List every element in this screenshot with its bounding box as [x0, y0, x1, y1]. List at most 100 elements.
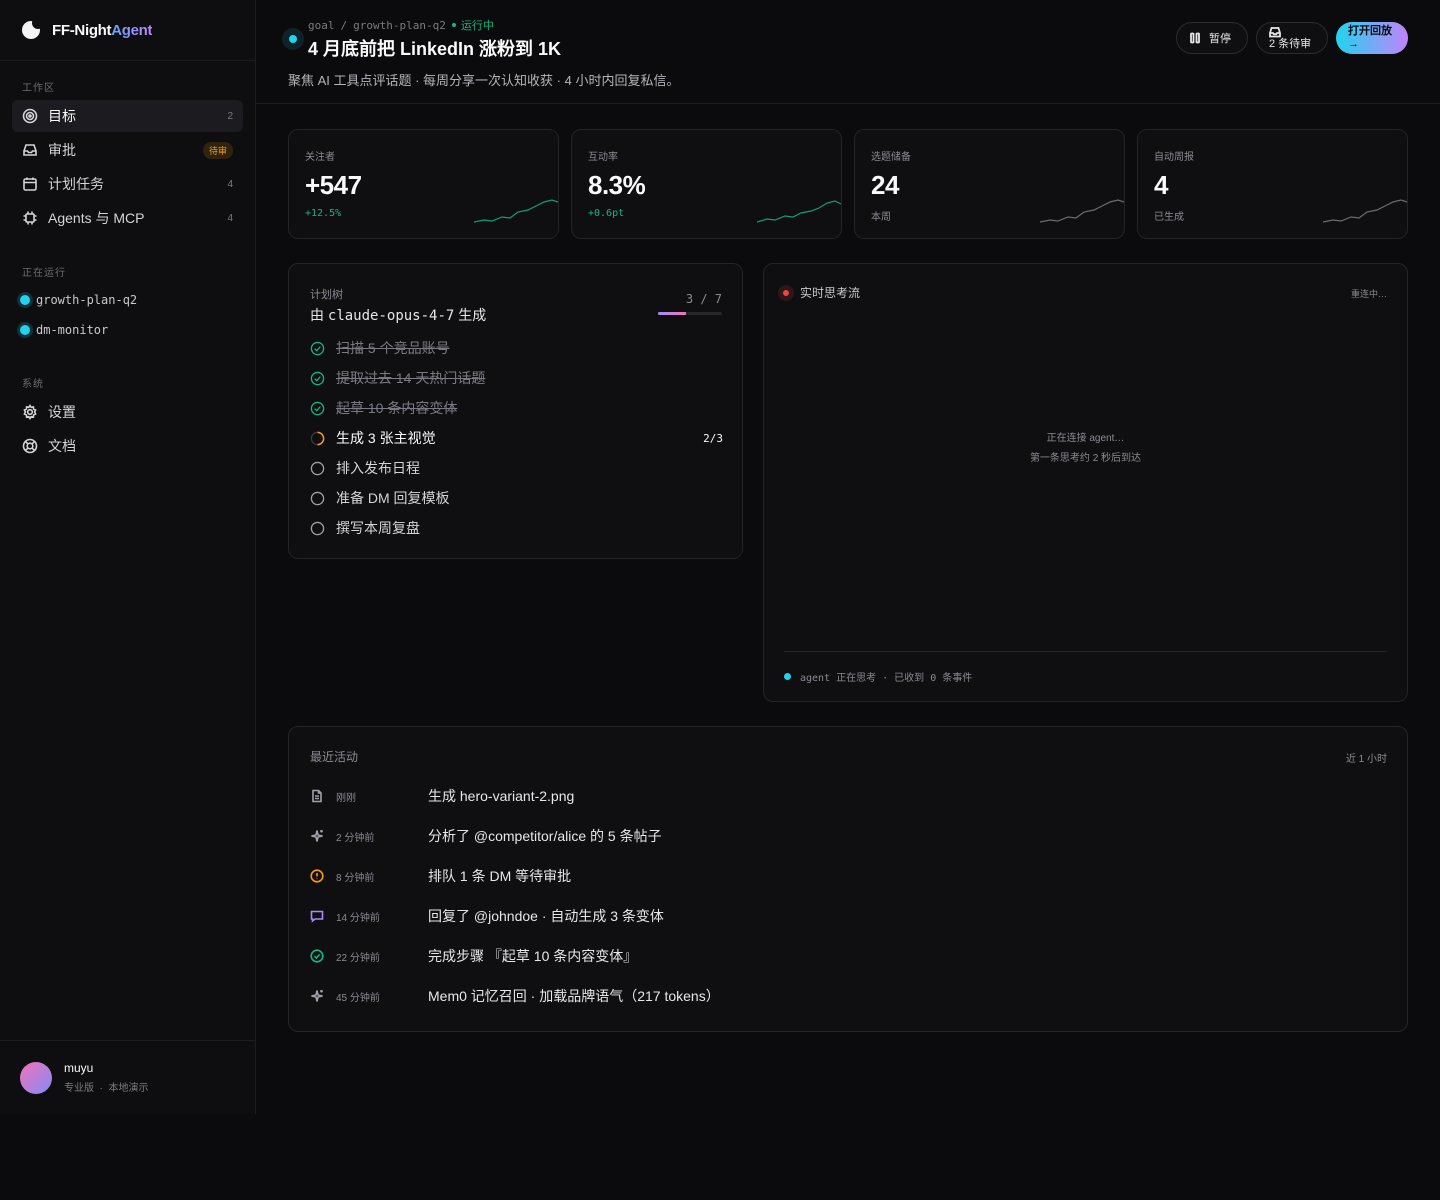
panel-label: 计划树 [310, 289, 343, 301]
page-description: 聚焦 AI 工具点评话题 · 每周分享一次认知收获 · 4 小时内回复私信。 [288, 73, 680, 88]
sparkline [757, 200, 841, 223]
sidebar-item-label: 计划任务 [48, 176, 104, 192]
file-icon [312, 789, 322, 803]
nav-count: 4 [227, 178, 233, 190]
plan-step-label: 扫描 5 个竞品账号 [336, 340, 450, 356]
sidebar-item-goals[interactable]: 目标 2 [12, 100, 243, 132]
breadcrumb: goal / growth-plan-q2 运行中 [308, 17, 494, 33]
status-badge: 运行中 [452, 17, 494, 33]
activity-row[interactable]: 22 分钟前 完成步骤 『起草 10 条内容变体』 [310, 946, 637, 966]
agent-status-dot [784, 673, 791, 680]
pause-label: 暂停 [1209, 33, 1231, 45]
stat-card-topic-reserve[interactable]: 选题储备 24 本周 [854, 129, 1125, 239]
target-icon [22, 108, 38, 124]
activity-row[interactable]: 45 分钟前 Mem0 记忆召回 · 加载品牌语气（217 tokens） [310, 986, 720, 1006]
breadcrumb-plan[interactable]: growth-plan-q2 [353, 19, 446, 32]
stat-card-weekly-report[interactable]: 自动周报 4 已生成 [1137, 129, 1408, 239]
activity-range[interactable]: 近 1 小时 [1346, 750, 1387, 765]
sidebar-item-label: 文档 [48, 438, 76, 454]
activity-row[interactable]: 2 分钟前 分析了 @competitor/alice 的 5 条帖子 [310, 826, 662, 846]
activity-row[interactable]: 刚刚 生成 hero-variant-2.png [310, 786, 574, 806]
activity-text: 完成步骤 『起草 10 条内容变体』 [428, 948, 638, 964]
stat-label: 选题储备 [871, 152, 911, 163]
user-name: muyu [64, 1061, 94, 1075]
circle-icon [310, 521, 325, 535]
sparkline [1040, 199, 1124, 223]
stat-label: 关注者 [305, 152, 335, 163]
lifebuoy-icon [22, 438, 38, 454]
stat-card-followers[interactable]: 关注者 +547 +12.5% [288, 129, 559, 239]
plan-step[interactable]: 准备 DM 回复模板 [310, 488, 450, 508]
plan-step[interactable]: 提取过去 14 天热门话题 [310, 368, 485, 388]
stat-label: 自动周报 [1154, 152, 1194, 163]
user-profile[interactable]: muyu 专业版 · 本地演示 [0, 1040, 255, 1114]
pending-review-button[interactable]: 2 条待审 [1256, 22, 1328, 54]
activity-text: 回复了 @johndoe · 自动生成 3 条变体 [428, 908, 664, 924]
stat-label: 互动率 [588, 152, 618, 163]
panel-label: 最近活动 [310, 750, 359, 764]
sidebar-item-label: Agents 与 MCP [48, 210, 145, 226]
running-item-dm-monitor[interactable]: dm-monitor [0, 315, 255, 345]
breadcrumb-root[interactable]: goal [308, 19, 335, 32]
thought-stream-panel: 实时思考流 重连中… 正在连接 agent… 第一条思考约 2 秒后到达 age… [763, 263, 1408, 702]
stream-empty-state: 正在连接 agent… 第一条思考约 2 秒后到达 [764, 429, 1407, 469]
sidebar-item-scheduled-tasks[interactable]: 计划任务 4 [12, 168, 243, 200]
moon-logo-icon [22, 17, 44, 39]
plan-tree-panel: 计划树 由 claude-opus-4-7 生成 3 / 7 扫描 5 个竞品账… [288, 263, 743, 559]
pending-review-label: 2 条待审 [1269, 38, 1312, 50]
activity-time: 14 分钟前 [336, 912, 380, 924]
check-circle-icon [310, 401, 325, 415]
stat-sub: 已生成 [1154, 212, 1184, 223]
inbox-icon [23, 144, 37, 156]
activity-row[interactable]: 8 分钟前 排队 1 条 DM 等待审批 [310, 866, 571, 886]
brand[interactable]: FF-NightAgent [0, 0, 255, 61]
check-circle-icon [310, 341, 325, 355]
open-replay-button[interactable]: 打开回放 → [1336, 22, 1408, 54]
stat-delta: +12.5% [305, 208, 342, 219]
check-circle-icon [310, 371, 325, 385]
plan-step[interactable]: 起草 10 条内容变体 [310, 398, 457, 418]
chip-icon [23, 211, 37, 225]
nav-count: 2 [227, 110, 233, 122]
panel-label: 实时思考流 [800, 286, 861, 300]
stat-card-engagement[interactable]: 互动率 8.3% +0.6pt [571, 129, 842, 239]
stream-header: 实时思考流 [778, 284, 860, 301]
sidebar-item-settings[interactable]: 设置 [12, 396, 243, 428]
stat-value: +547 [305, 170, 362, 200]
plan-step[interactable]: 扫描 5 个竞品账号 [310, 338, 450, 358]
nav-count: 4 [227, 212, 233, 224]
stream-footer-text: agent 正在思考 · 已收到 0 条事件 [800, 673, 973, 684]
stat-sub: 本周 [871, 212, 891, 223]
sidebar-item-label: 设置 [48, 404, 76, 420]
circle-icon [310, 491, 325, 505]
activity-text: Mem0 记忆召回 · 加载品牌语气（217 tokens） [428, 988, 720, 1004]
pause-button[interactable]: 暂停 [1176, 22, 1248, 54]
activity-text: 排队 1 条 DM 等待审批 [428, 868, 572, 884]
plan-step-label: 准备 DM 回复模板 [336, 490, 450, 506]
running-item-label: dm-monitor [36, 323, 109, 337]
user-plan: 专业版 · 本地演示 [64, 1083, 149, 1094]
running-item-growth-plan[interactable]: growth-plan-q2 [0, 285, 255, 315]
message-icon [310, 910, 324, 923]
plan-progress-text: 3 / 7 [685, 292, 722, 306]
sparkle-icon [311, 830, 323, 842]
plan-step-label: 生成 3 张主视觉 [336, 430, 436, 446]
page-header: goal / growth-plan-q2 运行中 4 月底前把 LinkedI… [256, 0, 1440, 104]
plan-step[interactable]: 撰写本周复盘 [310, 518, 420, 538]
activity-time: 8 分钟前 [336, 872, 375, 884]
activity-row[interactable]: 14 分钟前 回复了 @johndoe · 自动生成 3 条变体 [310, 906, 664, 926]
plan-step-current[interactable]: 生成 3 张主视觉 2/3 [310, 428, 723, 448]
stat-delta: +0.6pt [588, 208, 625, 219]
calendar-icon [23, 177, 37, 191]
breadcrumb-separator: / [340, 18, 348, 32]
plan-step-label: 起草 10 条内容变体 [336, 400, 458, 416]
stat-value: 24 [871, 170, 899, 200]
sidebar-item-docs[interactable]: 文档 [12, 430, 243, 462]
section-label-system: 系统 [22, 379, 44, 390]
check-circle-icon [310, 949, 324, 963]
plan-step[interactable]: 排入发布日程 [310, 458, 420, 478]
sidebar: FF-NightAgent 工作区 目标 2 审批 待审 计划任务 4 Agen… [0, 0, 256, 1114]
sidebar-item-approvals[interactable]: 审批 待审 [12, 134, 243, 166]
sidebar-item-agents-mcp[interactable]: Agents 与 MCP 4 [12, 202, 243, 234]
plan-generated-by: 由 claude-opus-4-7 生成 [310, 307, 487, 324]
